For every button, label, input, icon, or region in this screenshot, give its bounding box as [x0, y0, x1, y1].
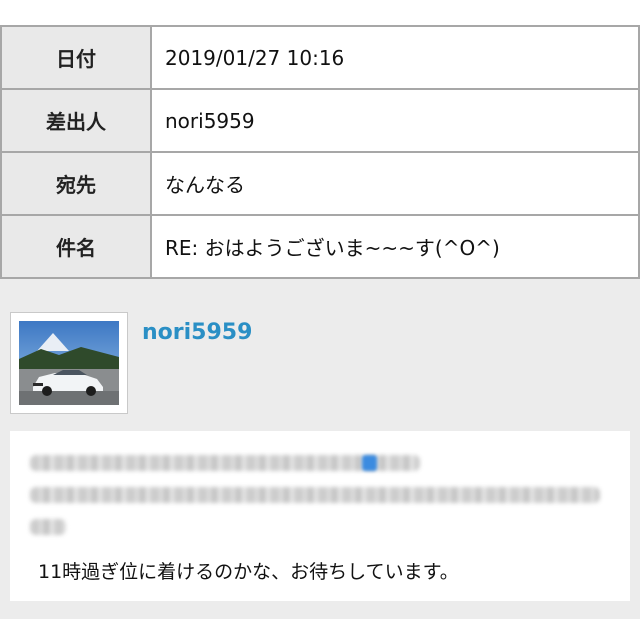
sender-label: 差出人 [0, 88, 152, 153]
sender-name-link[interactable]: nori5959 [142, 320, 252, 345]
sender-value: nori5959 [150, 88, 640, 153]
date-label: 日付 [0, 25, 152, 90]
message-page: 日付 2019/01/27 10:16 差出人 nori5959 宛先 なんなる… [0, 0, 640, 619]
recipient-value: なんなる [150, 151, 640, 216]
car-photo-icon [19, 321, 119, 405]
recipient-label: 宛先 [0, 151, 152, 216]
blurred-text-line-3 [30, 519, 66, 535]
top-bar [0, 0, 640, 25]
message-body: 11時過ぎ位に着けるのかな、お待ちしています。 [10, 431, 630, 601]
subject-label: 件名 [0, 214, 152, 279]
header-row-date: 日付 2019/01/27 10:16 [0, 25, 640, 90]
message-header-table: 日付 2019/01/27 10:16 差出人 nori5959 宛先 なんなる… [0, 25, 640, 279]
blurred-emoji [362, 455, 377, 471]
message-area: nori5959 11時過ぎ位に着けるのかな、お待ちしています。 [0, 292, 640, 619]
date-value: 2019/01/27 10:16 [150, 25, 640, 90]
sender-avatar[interactable] [10, 312, 128, 414]
message-text-line: 11時過ぎ位に着けるのかな、お待ちしています。 [38, 561, 459, 583]
header-row-sender: 差出人 nori5959 [0, 88, 640, 153]
blurred-text-line-2 [30, 487, 600, 503]
subject-value: RE: おはようございま~~~す(^O^) [150, 214, 640, 279]
header-row-subject: 件名 RE: おはようございま~~~す(^O^) [0, 214, 640, 279]
header-row-recipient: 宛先 なんなる [0, 151, 640, 216]
